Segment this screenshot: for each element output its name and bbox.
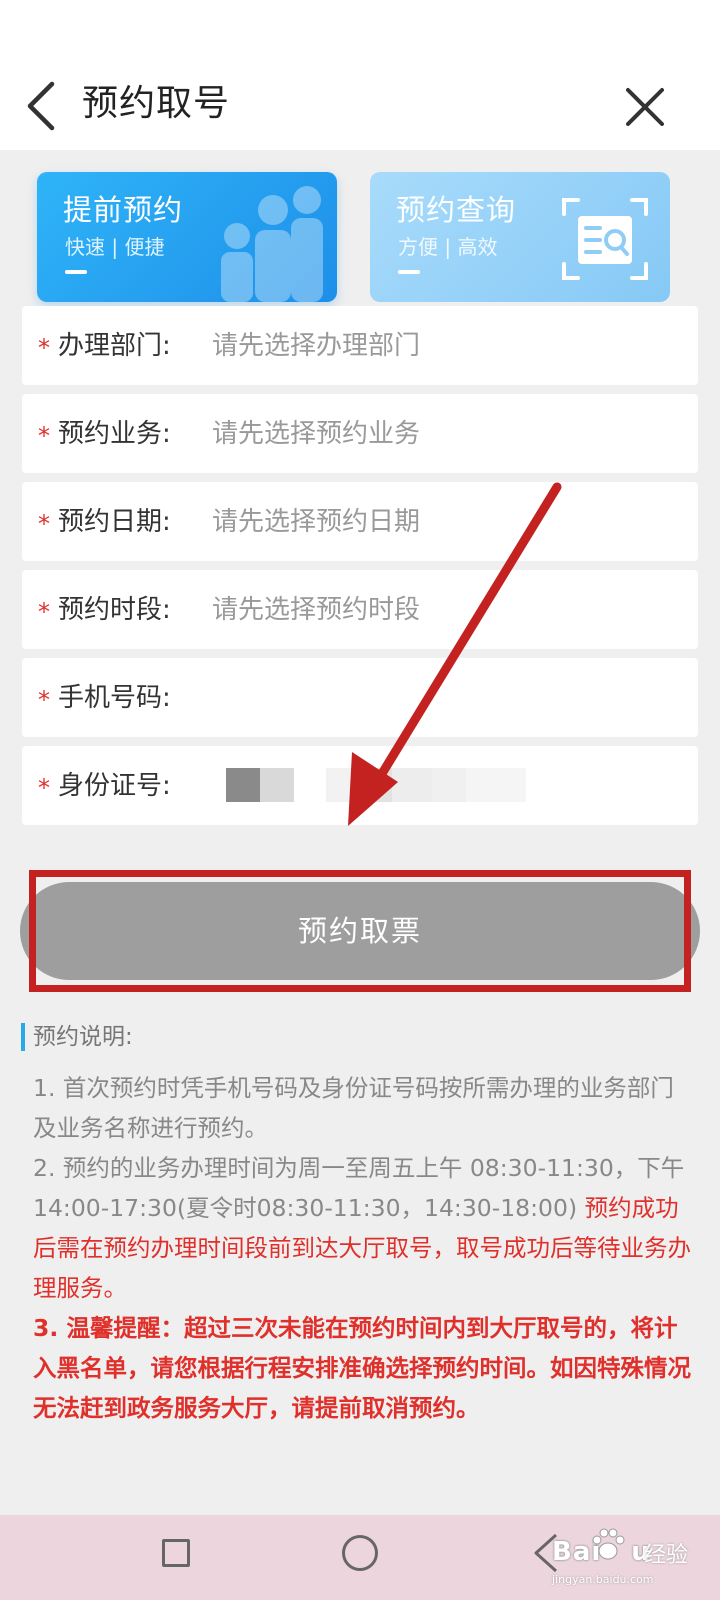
search-document-icon [562,198,648,280]
field-placeholder: 请先选择预约业务 [212,419,421,449]
field-placeholder: 请先选择预约日期 [212,507,421,537]
field-label: 预约日期: [58,507,171,537]
card-subtitle: 快速 | 便捷 [65,235,165,259]
back-button[interactable] [22,78,70,134]
notes-accent-bar [21,1023,25,1051]
department-field[interactable]: * 办理部门: 请先选择办理部门 [22,306,698,385]
card-title: 提前预约 [63,193,184,227]
home-button[interactable] [342,1535,378,1571]
field-label: 预约业务: [58,419,171,449]
card-title: 预约查询 [396,193,517,227]
card-subtitle: 方便 | 高效 [398,235,498,259]
required-mark: * [38,334,50,362]
close-icon [626,88,664,126]
advance-booking-card[interactable]: 提前预约 快速 | 便捷 [37,172,337,302]
app-header: 预约取号 [0,66,720,150]
date-field[interactable]: * 预约日期: 请先选择预约日期 [22,482,698,561]
phone-field[interactable]: * 手机号码: [22,658,698,737]
notes-item-1: 1. 首次预约时凭手机号码及身份证号码按所需办理的业务部门及业务名称进行预约。 [33,1074,674,1142]
notes-body: 1. 首次预约时凭手机号码及身份证号码按所需办理的业务部门及业务名称进行预约。 … [33,1068,693,1428]
required-mark: * [38,510,50,538]
people-group-icon [221,186,323,302]
watermark-url: jingyan.baidu.com [552,1573,654,1586]
field-placeholder: 请先选择办理部门 [212,331,421,361]
required-mark: * [38,598,50,626]
blurred-id-value [226,768,526,802]
required-mark: * [38,422,50,450]
booking-query-card[interactable]: 预约查询 方便 | 高效 [370,172,670,302]
notes-title: 预约说明: [33,1024,133,1050]
chevron-left-icon [27,81,55,131]
annotation-highlight-box [29,870,691,992]
id-number-field[interactable]: * 身份证号: [22,746,698,825]
paw-icon [592,1528,625,1560]
card-dash [398,270,420,274]
close-button[interactable] [620,82,670,132]
field-label: 身份证号: [58,771,171,801]
field-label: 办理部门: [58,331,171,361]
status-bar [0,0,720,66]
required-mark: * [38,774,50,802]
field-label: 预约时段: [58,595,171,625]
notes-item-2: 2. 预约的业务办理时间为周一至周五上午 08:30-11:30，下午14:00… [33,1148,693,1308]
page-title: 预约取号 [82,83,231,124]
baidu-watermark: Bai u 经验 jingyan.baidu.com [552,1523,712,1586]
field-label: 手机号码: [58,683,171,713]
card-dash [65,270,87,274]
watermark-cn: 经验 [644,1543,689,1568]
recent-apps-button[interactable] [162,1539,190,1567]
required-mark: * [38,686,50,714]
service-field[interactable]: * 预约业务: 请先选择预约业务 [22,394,698,473]
field-placeholder: 请先选择预约时段 [212,595,421,625]
time-slot-field[interactable]: * 预约时段: 请先选择预约时段 [22,570,698,649]
notes-item-3: 3. 温馨提醒：超过三次未能在预约时间内到大厅取号的，将计入黑名单，请您根据行程… [33,1314,691,1422]
